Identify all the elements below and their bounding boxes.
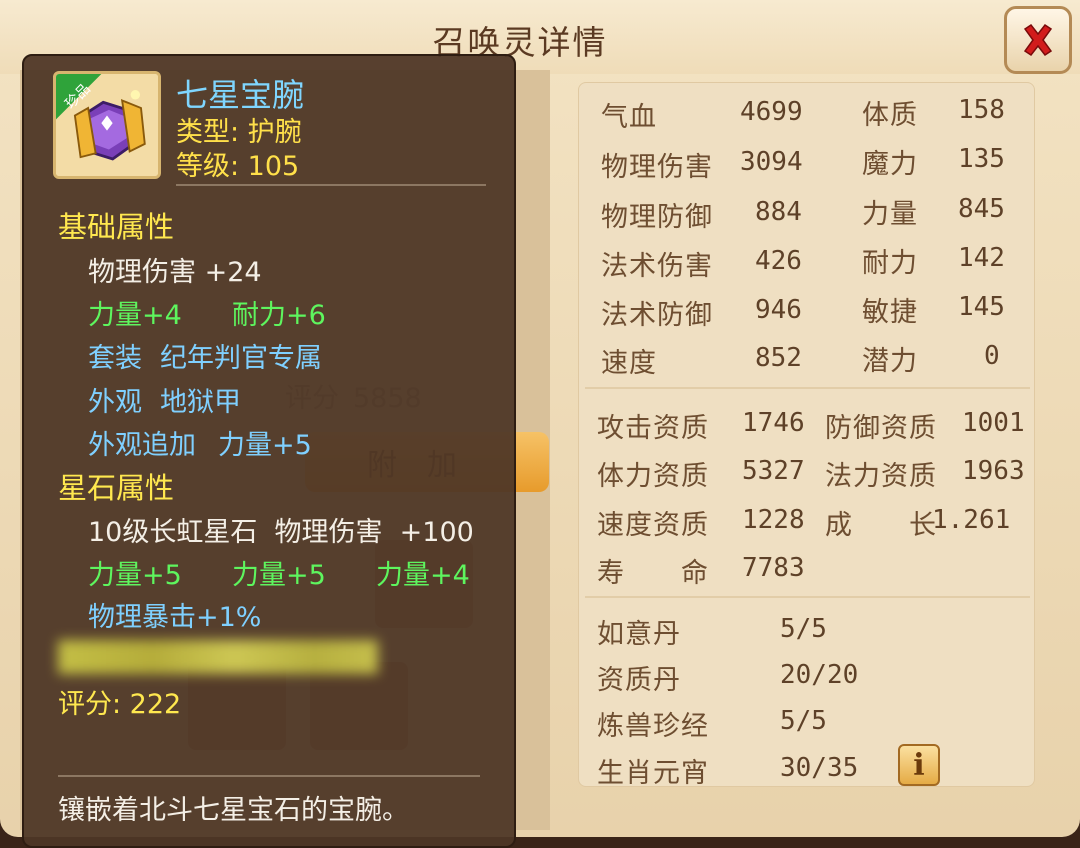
consumable-label: 炼兽珍经 bbox=[597, 711, 709, 742]
info-button[interactable]: i bbox=[898, 744, 940, 786]
item-level: 等级: 105 bbox=[176, 151, 300, 182]
consumable-label: 如意丹 bbox=[597, 619, 681, 650]
appearance-extra-value: 力量+5 bbox=[218, 430, 312, 461]
info-icon: i bbox=[913, 747, 925, 783]
bonus-attribute: 耐力+6 bbox=[232, 300, 326, 331]
aptitude-label: 法力资质 bbox=[825, 461, 937, 492]
stat-label: 潜力 bbox=[862, 346, 918, 377]
stat-value: 158 bbox=[958, 95, 1005, 125]
divider bbox=[585, 387, 1030, 389]
stat-value: 426 bbox=[755, 246, 802, 276]
divider bbox=[585, 596, 1030, 598]
stat-label: 速度 bbox=[601, 348, 657, 379]
stat-value: 4699 bbox=[740, 97, 803, 127]
consumable-value: 20/20 bbox=[780, 660, 859, 690]
appearance-extra-label: 外观追加 bbox=[88, 430, 196, 461]
item-icon: 珍品 bbox=[53, 71, 161, 179]
stat-value: 0 bbox=[984, 341, 1000, 371]
appearance-value: 地狱甲 bbox=[160, 387, 241, 418]
consumable-value: 5/5 bbox=[780, 706, 827, 736]
aptitude-value: 1228 bbox=[742, 505, 805, 535]
aptitude-label: 防御资质 bbox=[825, 413, 937, 444]
aptitude-label: 寿 命 bbox=[597, 558, 709, 589]
stat-label: 敏捷 bbox=[862, 297, 918, 328]
stat-value: 145 bbox=[958, 292, 1005, 322]
stat-value: 845 bbox=[958, 194, 1005, 224]
aptitude-label: 体力资质 bbox=[597, 461, 709, 492]
item-description: 镶嵌着北斗七星宝石的宝腕。 bbox=[58, 795, 409, 826]
close-button[interactable] bbox=[1004, 6, 1072, 74]
stat-value: 884 bbox=[755, 197, 802, 227]
stat-label: 物理防御 bbox=[601, 202, 713, 233]
divider bbox=[58, 775, 480, 777]
aptitude-value: 5327 bbox=[742, 456, 805, 486]
consumable-label: 生肖元宵 bbox=[597, 758, 709, 789]
aptitude-label: 成 长 bbox=[825, 510, 937, 541]
star-bonus: 力量+5 bbox=[88, 560, 182, 591]
section-title-base: 基础属性 bbox=[58, 210, 175, 244]
stat-label: 气血 bbox=[601, 102, 657, 133]
consumable-value: 30/35 bbox=[780, 753, 859, 783]
aptitude-value: 1963 bbox=[962, 456, 1025, 486]
stat-label: 物理伤害 bbox=[601, 152, 713, 183]
stat-label: 力量 bbox=[862, 199, 918, 230]
stat-value: 946 bbox=[755, 295, 802, 325]
aptitude-value: 1001 bbox=[962, 408, 1025, 438]
divider bbox=[176, 184, 486, 186]
item-score: 评分: 222 bbox=[58, 689, 182, 720]
stat-label: 体质 bbox=[862, 100, 918, 131]
aptitude-value: 1746 bbox=[742, 408, 805, 438]
aptitude-value: 1.261 bbox=[932, 505, 1011, 535]
star-stone-line: 10级长虹星石 物理伤害 +100 bbox=[88, 517, 474, 548]
aptitude-value: 7783 bbox=[742, 553, 805, 583]
consumable-value: 5/5 bbox=[780, 614, 827, 644]
stat-label: 法术防御 bbox=[601, 300, 713, 331]
stat-value: 135 bbox=[958, 144, 1005, 174]
appearance-label: 外观 bbox=[88, 387, 142, 418]
star-bonus: 力量+5 bbox=[232, 560, 326, 591]
bonus-attribute: 力量+4 bbox=[88, 300, 182, 331]
stat-value: 852 bbox=[755, 343, 802, 373]
stat-value: 142 bbox=[958, 243, 1005, 273]
aptitude-label: 速度资质 bbox=[597, 510, 709, 541]
close-icon bbox=[1023, 23, 1053, 57]
stat-label: 耐力 bbox=[862, 248, 918, 279]
stat-value: 3094 bbox=[740, 147, 803, 177]
bracer-icon: 珍品 bbox=[56, 74, 158, 176]
stat-label: 魔力 bbox=[862, 149, 918, 180]
stat-label: 法术伤害 bbox=[601, 251, 713, 282]
aptitude-label: 攻击资质 bbox=[597, 413, 709, 444]
blurred-text bbox=[58, 640, 378, 674]
section-title-star: 星石属性 bbox=[58, 471, 175, 505]
set-value: 纪年判官专属 bbox=[160, 343, 322, 374]
star-bonus: 力量+4 bbox=[376, 560, 470, 591]
base-attribute: 物理伤害 +24 bbox=[88, 257, 262, 288]
set-label: 套装 bbox=[88, 343, 142, 374]
star-crit: 物理暴击+1% bbox=[88, 602, 262, 633]
consumable-label: 资质丹 bbox=[597, 665, 681, 696]
